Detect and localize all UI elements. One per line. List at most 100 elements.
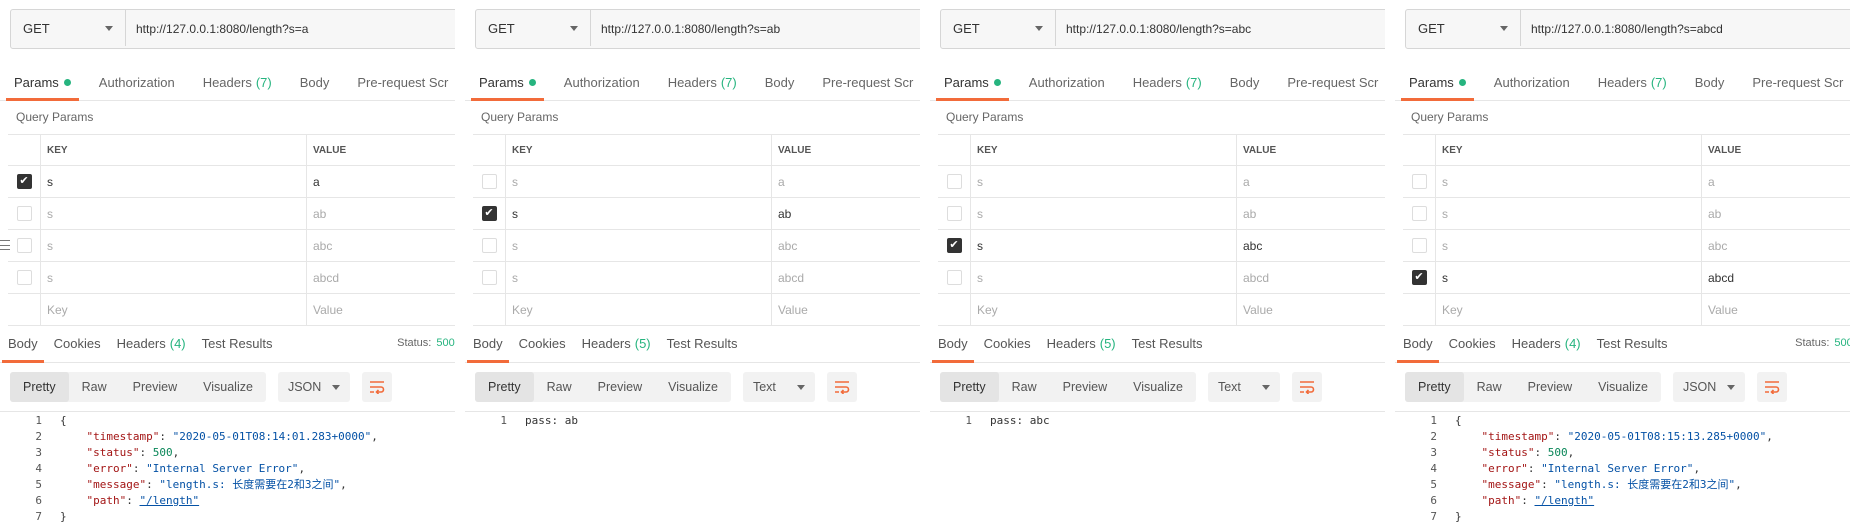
tab-pre-request-scr[interactable]: Pre-request Scr bbox=[1273, 64, 1385, 100]
param-row[interactable]: ✔ s ab bbox=[473, 198, 920, 230]
param-value[interactable]: abc bbox=[1702, 230, 1850, 261]
json-value[interactable]: "/length" bbox=[140, 494, 200, 507]
tab-params[interactable]: Params bbox=[0, 64, 85, 101]
param-value[interactable]: abcd bbox=[307, 262, 455, 293]
param-key[interactable]: s bbox=[971, 262, 1237, 293]
json-value[interactable]: "/length" bbox=[1535, 494, 1595, 507]
param-key[interactable]: s bbox=[1436, 230, 1702, 261]
param-row[interactable]: sa bbox=[938, 166, 1385, 198]
param-key[interactable]: s bbox=[506, 198, 772, 229]
view-mode-visualize[interactable]: Visualize bbox=[190, 372, 266, 402]
response-tab-test-results[interactable]: Test Results bbox=[1124, 324, 1211, 362]
param-value[interactable]: abcd bbox=[772, 262, 920, 293]
param-key[interactable]: s bbox=[1436, 198, 1702, 229]
tab-pre-request-scr[interactable]: Pre-request Scr bbox=[343, 64, 455, 100]
tab-headers[interactable]: Headers (7) bbox=[654, 64, 751, 100]
param-checkbox[interactable] bbox=[946, 206, 962, 221]
response-tab-headers[interactable]: Headers (4) bbox=[109, 324, 194, 362]
view-mode-pretty[interactable]: Pretty bbox=[10, 372, 69, 402]
view-mode-preview[interactable]: Preview bbox=[120, 372, 190, 402]
param-row[interactable]: s ab bbox=[8, 198, 455, 230]
wrap-lines-button[interactable] bbox=[361, 372, 392, 402]
param-checkbox[interactable] bbox=[1411, 238, 1427, 253]
param-value[interactable]: ab bbox=[1702, 198, 1850, 229]
param-key[interactable]: s bbox=[41, 166, 307, 197]
view-mode-preview[interactable]: Preview bbox=[1515, 372, 1585, 402]
param-value[interactable]: abc bbox=[772, 230, 920, 261]
param-key[interactable]: s bbox=[1436, 166, 1702, 197]
response-tab-body[interactable]: Body bbox=[0, 324, 46, 363]
response-tab-cookies[interactable]: Cookies bbox=[46, 324, 109, 362]
param-row[interactable]: ✔ s abc bbox=[938, 230, 1385, 262]
new-param-row[interactable]: Key Value bbox=[473, 294, 920, 326]
param-value[interactable]: a bbox=[1237, 166, 1385, 197]
tab-authorization[interactable]: Authorization bbox=[550, 64, 654, 100]
url-input[interactable]: http://127.0.0.1:8080/length?s=abc bbox=[1056, 10, 1385, 48]
method-select[interactable]: GET bbox=[11, 10, 126, 46]
tab-params[interactable]: Params bbox=[465, 64, 550, 101]
response-tab-cookies[interactable]: Cookies bbox=[976, 324, 1039, 362]
new-value-input[interactable]: Value bbox=[307, 294, 455, 325]
param-value[interactable]: ab bbox=[772, 198, 920, 229]
param-key[interactable]: s bbox=[971, 166, 1237, 197]
tab-params[interactable]: Params bbox=[930, 64, 1015, 101]
param-value[interactable]: ab bbox=[1237, 198, 1385, 229]
param-key[interactable]: s bbox=[1436, 262, 1702, 293]
tab-headers[interactable]: Headers (7) bbox=[1119, 64, 1216, 100]
view-mode-visualize[interactable]: Visualize bbox=[1585, 372, 1661, 402]
tab-authorization[interactable]: Authorization bbox=[1015, 64, 1119, 100]
format-select[interactable]: Text bbox=[1207, 372, 1280, 402]
new-key-input[interactable]: Key bbox=[971, 294, 1237, 325]
new-param-row[interactable]: Key Value bbox=[1403, 294, 1850, 326]
tab-pre-request-scr[interactable]: Pre-request Scr bbox=[808, 64, 920, 100]
view-mode-raw[interactable]: Raw bbox=[534, 372, 585, 402]
param-checkbox[interactable]: ✔ bbox=[946, 238, 962, 253]
new-key-input[interactable]: Key bbox=[506, 294, 772, 325]
url-input[interactable]: http://127.0.0.1:8080/length?s=ab bbox=[591, 10, 920, 48]
view-mode-raw[interactable]: Raw bbox=[69, 372, 120, 402]
param-row[interactable]: s ab bbox=[1403, 198, 1850, 230]
param-row[interactable]: s abc bbox=[1403, 230, 1850, 262]
method-select[interactable]: GET bbox=[476, 10, 591, 46]
param-key[interactable]: s bbox=[41, 230, 307, 261]
param-value[interactable]: a bbox=[307, 166, 455, 197]
tab-pre-request-scr[interactable]: Pre-request Scr bbox=[1738, 64, 1850, 100]
param-checkbox[interactable] bbox=[481, 270, 497, 285]
param-row[interactable]: s abcd bbox=[8, 262, 455, 294]
param-row[interactable]: ✔ s a bbox=[8, 166, 455, 198]
url-input[interactable]: http://127.0.0.1:8080/length?s=a bbox=[126, 10, 455, 48]
param-checkbox[interactable] bbox=[16, 270, 32, 285]
param-key[interactable]: s bbox=[971, 230, 1237, 261]
param-checkbox[interactable] bbox=[1411, 174, 1427, 189]
tab-body[interactable]: Body bbox=[286, 64, 344, 100]
view-mode-visualize[interactable]: Visualize bbox=[1120, 372, 1196, 402]
response-tab-test-results[interactable]: Test Results bbox=[194, 324, 281, 362]
response-tab-body[interactable]: Body bbox=[1395, 324, 1441, 363]
tab-headers[interactable]: Headers (7) bbox=[189, 64, 286, 100]
param-checkbox[interactable] bbox=[481, 238, 497, 253]
param-key[interactable]: s bbox=[41, 198, 307, 229]
view-mode-preview[interactable]: Preview bbox=[1050, 372, 1120, 402]
view-mode-pretty[interactable]: Pretty bbox=[475, 372, 534, 402]
param-checkbox[interactable] bbox=[16, 238, 32, 253]
response-tab-cookies[interactable]: Cookies bbox=[1441, 324, 1504, 362]
param-value[interactable]: a bbox=[772, 166, 920, 197]
new-key-input[interactable]: Key bbox=[41, 294, 307, 325]
new-param-row[interactable]: Key Value bbox=[8, 294, 455, 326]
tab-body[interactable]: Body bbox=[1216, 64, 1274, 100]
drag-handle-icon[interactable] bbox=[0, 240, 10, 250]
param-key[interactable]: s bbox=[506, 230, 772, 261]
response-tab-cookies[interactable]: Cookies bbox=[511, 324, 574, 362]
tab-params[interactable]: Params bbox=[1395, 64, 1480, 101]
new-value-input[interactable]: Value bbox=[1237, 294, 1385, 325]
tab-body[interactable]: Body bbox=[1681, 64, 1739, 100]
view-mode-preview[interactable]: Preview bbox=[585, 372, 655, 402]
param-key[interactable]: s bbox=[971, 198, 1237, 229]
wrap-lines-button[interactable] bbox=[826, 372, 857, 402]
param-row[interactable]: ✔ s abcd bbox=[1403, 262, 1850, 294]
response-tab-body[interactable]: Body bbox=[930, 324, 976, 363]
param-row[interactable]: s ab bbox=[938, 198, 1385, 230]
new-key-input[interactable]: Key bbox=[1436, 294, 1702, 325]
param-row[interactable]: sa bbox=[1403, 166, 1850, 198]
new-value-input[interactable]: Value bbox=[1702, 294, 1850, 325]
